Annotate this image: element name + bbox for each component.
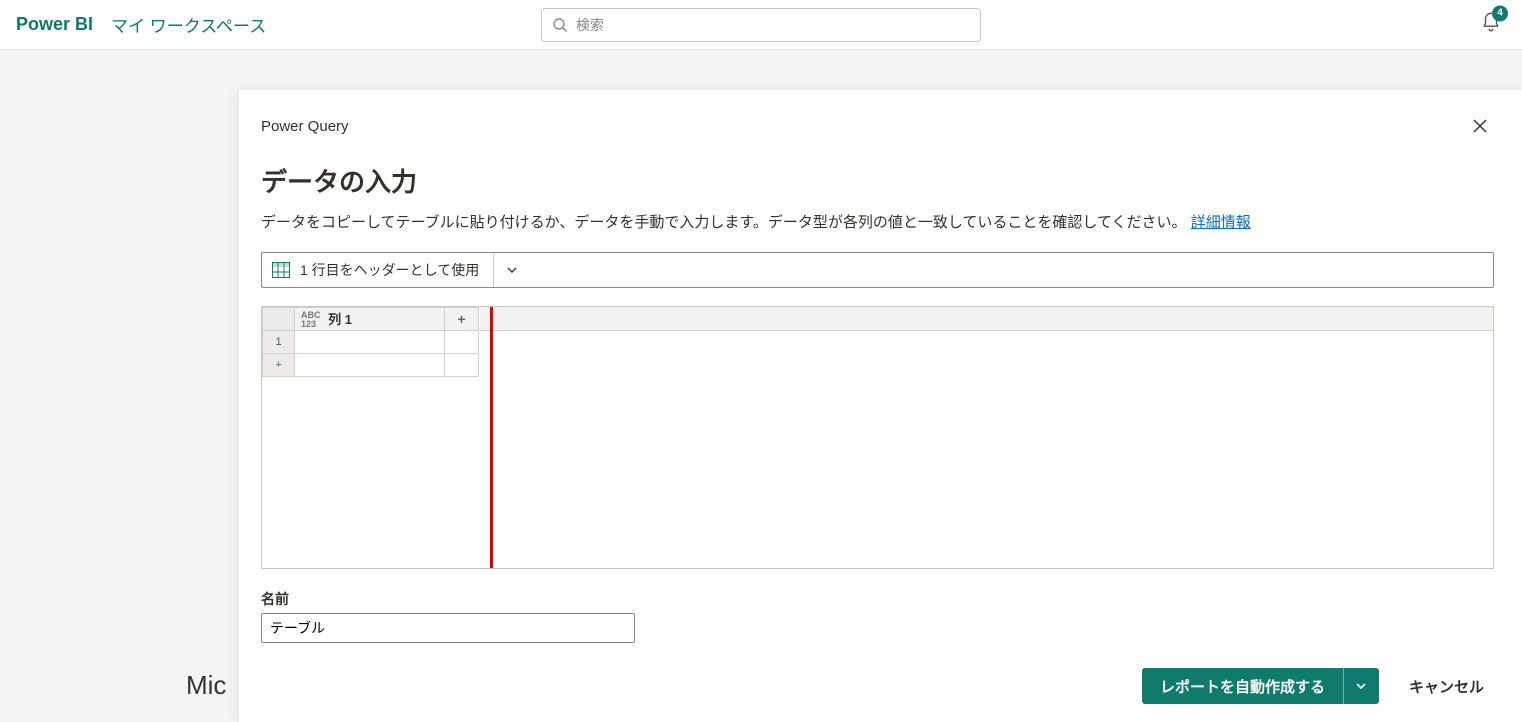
search-wrap xyxy=(541,8,981,42)
name-section: 名前 xyxy=(261,589,1494,643)
search-input[interactable] xyxy=(576,17,970,33)
add-column-button[interactable]: + xyxy=(445,308,479,331)
add-row-pad1 xyxy=(295,354,445,377)
modal-footer: レポートを自動作成する キャンセル xyxy=(1142,668,1494,704)
chevron-down-icon xyxy=(1355,680,1367,692)
auto-create-report-label[interactable]: レポートを自動作成する xyxy=(1142,668,1343,704)
cell-r1-addpad xyxy=(445,331,479,354)
app-name: Power BI xyxy=(16,14,93,35)
table-name-input[interactable] xyxy=(261,613,635,643)
close-icon xyxy=(1472,118,1488,134)
cell-r1-c1[interactable] xyxy=(295,331,445,354)
modal-description-text: データをコピーしてテーブルに貼り付けるか、データを手動で入力します。データ型が各… xyxy=(261,214,1187,231)
add-row-button[interactable]: + xyxy=(263,354,295,377)
workspace-name[interactable]: マイ ワークスペース xyxy=(111,12,266,37)
column-name: 列 1 xyxy=(328,312,352,327)
chevron-down-icon xyxy=(506,264,518,276)
auto-create-report-button[interactable]: レポートを自動作成する xyxy=(1142,668,1379,704)
modal-header: Power Query xyxy=(261,112,1494,140)
grid-corner xyxy=(263,308,295,331)
grid-header-extend xyxy=(480,307,1493,331)
modal-breadcrumb: Power Query xyxy=(261,118,1466,135)
modal-title: データの入力 xyxy=(261,162,1494,199)
modal-description: データをコピーしてテーブルに貼り付けるか、データを手動で入力します。データ型が各… xyxy=(261,211,1494,232)
add-row[interactable]: + xyxy=(263,354,479,377)
add-row-pad2 xyxy=(445,354,479,377)
background-partial-text: Mic xyxy=(186,670,226,701)
data-grid[interactable]: ABC123 列 1 + 1 + xyxy=(262,307,479,377)
notification-badge: 4 xyxy=(1492,5,1508,21)
use-first-row-dropdown[interactable] xyxy=(494,253,530,287)
top-bar: Power BI マイ ワークスペース 4 xyxy=(0,0,1522,50)
table-row[interactable]: 1 xyxy=(263,331,479,354)
power-query-modal: Power Query データの入力 データをコピーしてテーブルに貼り付けるか、… xyxy=(238,90,1522,722)
data-grid-wrap: ABC123 列 1 + 1 + xyxy=(261,306,1494,569)
notifications-button[interactable]: 4 xyxy=(1480,11,1502,38)
row-number: 1 xyxy=(263,331,295,354)
use-first-row-label: 1 行目をヘッダーとして使用 xyxy=(300,260,479,280)
name-label: 名前 xyxy=(261,589,1494,609)
learn-more-link[interactable]: 詳細情報 xyxy=(1191,214,1251,231)
use-first-row-as-header-button[interactable]: 1 行目をヘッダーとして使用 xyxy=(261,252,1494,288)
datatype-icon: ABC123 xyxy=(301,311,321,329)
search-box[interactable] xyxy=(541,8,981,42)
auto-create-report-dropdown[interactable] xyxy=(1343,668,1379,704)
close-button[interactable] xyxy=(1466,112,1494,140)
use-first-row-main[interactable]: 1 行目をヘッダーとして使用 xyxy=(262,253,494,287)
table-icon xyxy=(272,262,290,278)
column-header-1[interactable]: ABC123 列 1 xyxy=(295,308,445,331)
search-icon xyxy=(552,17,568,33)
cancel-button[interactable]: キャンセル xyxy=(1399,668,1494,704)
